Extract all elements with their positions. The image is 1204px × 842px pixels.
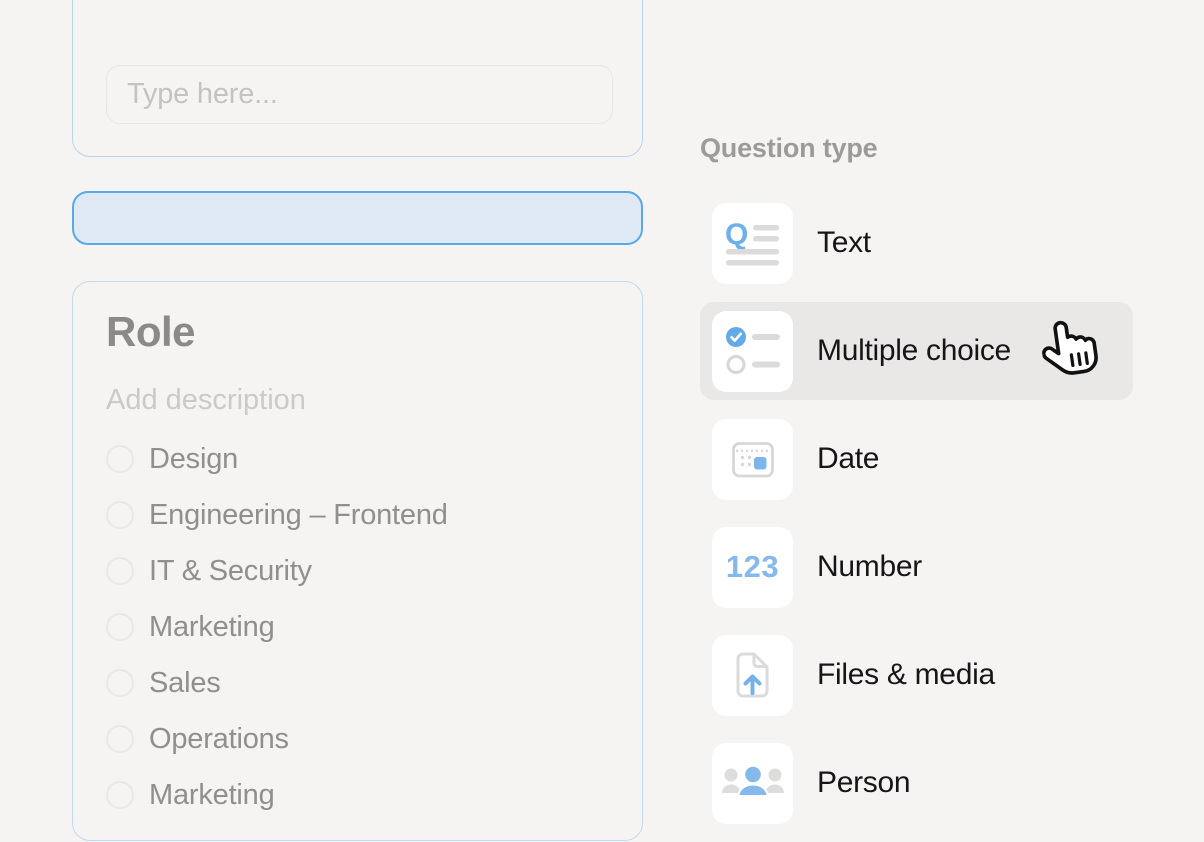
- question-type-heading: Question type: [700, 133, 877, 164]
- menu-item-text[interactable]: Q Text: [700, 194, 1133, 292]
- multiple-choice-icon: [712, 311, 793, 392]
- option-row[interactable]: Operations: [106, 711, 612, 767]
- option-row[interactable]: Sales: [106, 655, 612, 711]
- option-list: Design Engineering – Frontend IT & Secur…: [106, 431, 612, 823]
- file-upload-icon: [712, 635, 793, 716]
- option-label: Design: [149, 443, 238, 476]
- role-question-card[interactable]: Role Add description Design Engineering …: [72, 281, 643, 841]
- menu-item-label: Text: [817, 226, 871, 260]
- 123-glyph: 123: [726, 549, 779, 585]
- menu-item-label: Date: [817, 442, 879, 476]
- q-glyph: Q: [725, 219, 748, 251]
- option-row[interactable]: Marketing: [106, 767, 612, 823]
- radio-icon[interactable]: [106, 501, 134, 529]
- hand-cursor: [1038, 313, 1107, 387]
- option-label: IT & Security: [149, 555, 312, 588]
- menu-item-label: Files & media: [817, 658, 995, 692]
- option-label: Sales: [149, 667, 221, 700]
- number-icon: 123: [712, 527, 793, 608]
- option-label: Engineering – Frontend: [149, 499, 448, 532]
- question-text-input[interactable]: [106, 65, 613, 124]
- option-label: Marketing: [149, 779, 275, 812]
- menu-item-files-media[interactable]: Files & media: [700, 626, 1133, 724]
- menu-item-person[interactable]: Person: [700, 734, 1133, 832]
- option-label: Marketing: [149, 611, 275, 644]
- radio-icon[interactable]: [106, 725, 134, 753]
- menu-item-number[interactable]: 123 Number: [700, 518, 1133, 616]
- option-label: Operations: [149, 723, 289, 756]
- radio-icon[interactable]: [106, 445, 134, 473]
- calendar-icon: [712, 419, 793, 500]
- question-title[interactable]: Role: [106, 309, 612, 355]
- menu-item-label: Multiple choice: [817, 334, 1011, 368]
- selected-empty-block[interactable]: [72, 191, 643, 245]
- question-description-placeholder[interactable]: Add description: [106, 384, 612, 416]
- question-type-menu: Q Text Multiple choice: [700, 194, 1133, 842]
- menu-item-label: Number: [817, 550, 922, 584]
- option-row[interactable]: IT & Security: [106, 543, 612, 599]
- people-icon: [712, 743, 793, 824]
- option-row[interactable]: Engineering – Frontend: [106, 487, 612, 543]
- menu-item-date[interactable]: Date: [700, 410, 1133, 508]
- menu-item-label: Person: [817, 766, 910, 800]
- radio-icon[interactable]: [106, 557, 134, 585]
- radio-icon[interactable]: [106, 613, 134, 641]
- focused-question-card[interactable]: [72, 0, 643, 157]
- text-question-icon: Q: [712, 203, 793, 284]
- option-row[interactable]: Marketing: [106, 599, 612, 655]
- option-row[interactable]: Design: [106, 431, 612, 487]
- radio-icon[interactable]: [106, 669, 134, 697]
- radio-icon[interactable]: [106, 781, 134, 809]
